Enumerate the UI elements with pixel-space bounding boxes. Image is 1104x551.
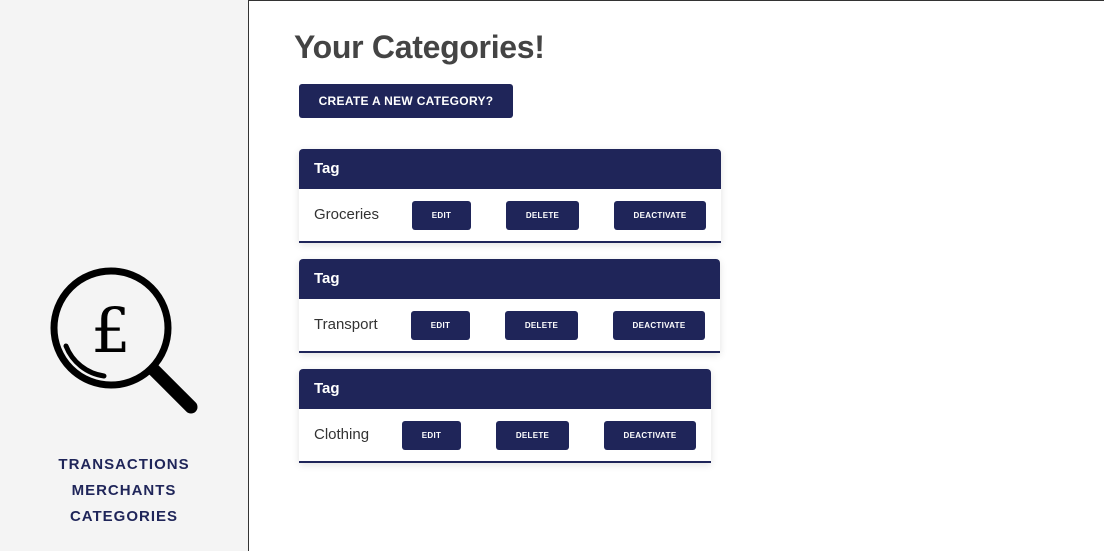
card-header: Tag — [299, 149, 721, 189]
main-content: Your Categories! CREATE A NEW CATEGORY? … — [249, 0, 1104, 551]
edit-button[interactable]: EDIT — [411, 311, 470, 340]
edit-button[interactable]: EDIT — [402, 421, 461, 450]
pound-symbol: £ — [91, 294, 130, 367]
card-body: Groceries EDIT DELETE DEACTIVATE — [299, 189, 721, 241]
category-name: Groceries — [314, 206, 380, 223]
page-title: Your Categories! — [294, 29, 545, 65]
category-name: Clothing — [314, 426, 370, 443]
category-name: Transport — [314, 316, 378, 333]
sidebar-nav: TRANSACTIONS MERCHANTS CATEGORIES — [0, 452, 248, 530]
category-card-clothing: Tag Clothing EDIT DELETE DEACTIVATE — [299, 369, 711, 463]
delete-button[interactable]: DELETE — [496, 421, 569, 450]
card-header: Tag — [299, 259, 720, 299]
deactivate-button[interactable]: DEACTIVATE — [604, 421, 696, 450]
delete-button[interactable]: DELETE — [505, 311, 578, 340]
magnifying-glass-pound-icon: £ — [50, 267, 198, 414]
category-card-groceries: Tag Groceries EDIT DELETE DEACTIVATE — [299, 149, 721, 243]
nav-transactions[interactable]: TRANSACTIONS — [0, 452, 248, 478]
delete-button[interactable]: DELETE — [506, 201, 579, 230]
category-card-transport: Tag Transport EDIT DELETE DEACTIVATE — [299, 259, 720, 353]
deactivate-button[interactable]: DEACTIVATE — [613, 311, 705, 340]
nav-merchants[interactable]: MERCHANTS — [0, 478, 248, 504]
deactivate-button[interactable]: DEACTIVATE — [614, 201, 706, 230]
card-body: Transport EDIT DELETE DEACTIVATE — [299, 299, 720, 351]
create-category-button[interactable]: CREATE A NEW CATEGORY? — [299, 84, 513, 118]
sidebar: £ TRANSACTIONS MERCHANTS CATEGORIES — [0, 0, 249, 551]
card-body: Clothing EDIT DELETE DEACTIVATE — [299, 409, 711, 461]
card-header: Tag — [299, 369, 711, 409]
edit-button[interactable]: EDIT — [412, 201, 471, 230]
nav-categories[interactable]: CATEGORIES — [0, 504, 248, 530]
